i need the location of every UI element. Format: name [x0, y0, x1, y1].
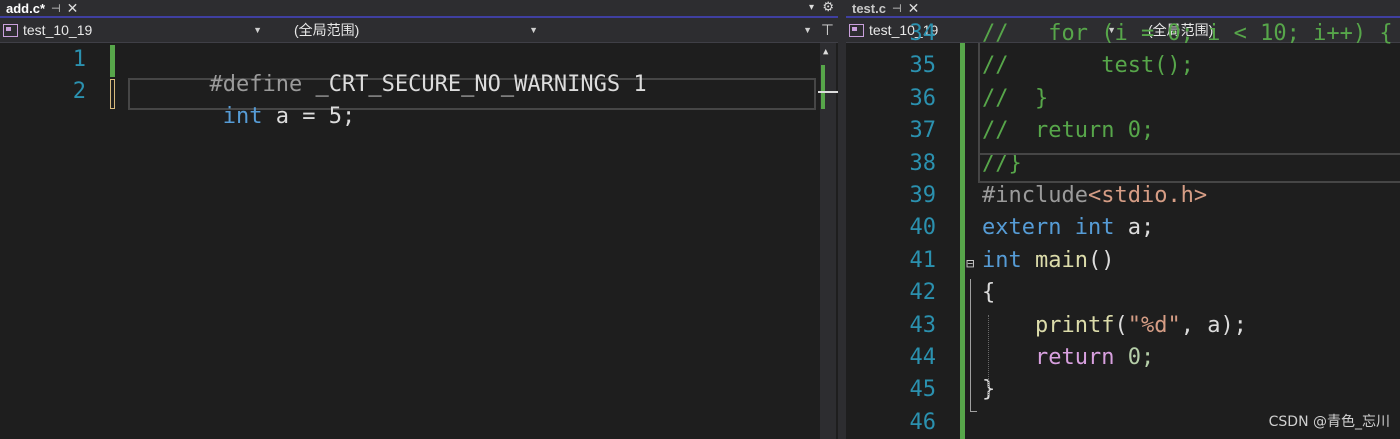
tab-title: test.c	[852, 0, 886, 16]
member-dropdown[interactable]: ▼	[552, 20, 818, 40]
scope-bracket	[970, 279, 977, 412]
code-token: return	[1034, 345, 1115, 370]
code-token: // for (i = 0; i < 10; i++) {	[982, 21, 1393, 46]
scope-label: (全局范围)	[294, 22, 360, 38]
tab-add-c[interactable]: add.c* ⊣ ✕	[0, 0, 84, 16]
code-token: printf	[1034, 312, 1115, 338]
line-number: 44	[909, 345, 937, 370]
gear-icon[interactable]: ⚙	[822, 0, 834, 15]
project-icon	[3, 23, 18, 37]
code-line-35: // test();	[982, 53, 1194, 78]
code-line-42: {	[982, 280, 995, 305]
comment-block-outline	[978, 43, 980, 183]
current-line-highlight	[978, 153, 1400, 183]
change-indicator-saved	[960, 43, 965, 439]
left-editor-pane: add.c* ⊣ ✕ ▾ ⚙ test_10_19 ▼ (全局范围) ▼ ▼ ⊤…	[0, 0, 838, 439]
code-token: int	[982, 247, 1035, 273]
line-number: 42	[909, 280, 937, 306]
line-number: 43	[909, 312, 937, 338]
code-token: ()	[1087, 247, 1115, 273]
code-token: "%d"	[1127, 312, 1181, 338]
code-token: a = 5;	[262, 104, 356, 129]
code-token: (	[1114, 312, 1128, 338]
vertical-scrollbar[interactable]: ▲	[818, 43, 838, 439]
code-token: // }	[982, 85, 1049, 111]
line-number: 41	[909, 247, 937, 273]
line-number: 37	[909, 118, 937, 144]
tab-test-c[interactable]: test.c ⊣ ✕	[846, 0, 925, 16]
project-dropdown[interactable]: test_10_19 ▼	[0, 20, 268, 40]
left-navigation-bar: test_10_19 ▼ (全局范围) ▼ ▼ ⊤	[0, 18, 838, 43]
code-line-34: // for (i = 0; i < 10; i++) {	[982, 21, 1393, 46]
code-token: , a);	[1180, 312, 1247, 338]
code-line-40: extern int a;	[982, 215, 1154, 240]
code-token: 0;	[1114, 345, 1155, 370]
pane-splitter[interactable]	[838, 0, 846, 439]
code-token: int	[1074, 215, 1115, 241]
line-number: 40	[909, 215, 937, 241]
collapse-icon[interactable]: ⊟	[966, 256, 974, 272]
keyword-token: int	[209, 104, 263, 129]
caret-marker	[818, 91, 838, 93]
left-tab-strip: add.c* ⊣ ✕ ▾ ⚙	[0, 0, 838, 18]
project-name: test_10_19	[23, 22, 93, 38]
scroll-marker	[821, 65, 825, 109]
line-number: 38	[909, 150, 937, 176]
right-code-editor[interactable]: 34 // for (i = 0; i < 10; i++) { 35 // test…	[846, 21, 1400, 439]
split-icon[interactable]: ⊤	[821, 21, 834, 39]
code-token: <stdio.h>	[1087, 183, 1208, 208]
close-icon[interactable]: ✕	[67, 0, 79, 17]
code-token: main	[1034, 247, 1088, 273]
pin-icon[interactable]: ⊣	[892, 2, 902, 15]
code-line-43: printf("%d", a);	[982, 313, 1247, 338]
close-icon[interactable]: ✕	[908, 0, 920, 17]
pin-icon[interactable]: ⊣	[51, 2, 61, 15]
line-number: 45	[909, 377, 937, 403]
line-number: 46	[909, 409, 937, 435]
code-line-36: // }	[982, 86, 1048, 111]
line-number: 35	[909, 53, 937, 79]
code-line-37: // return 0;	[982, 118, 1154, 143]
indent-guide	[988, 315, 989, 395]
tab-dropdown-icon[interactable]: ▾	[809, 2, 814, 13]
right-editor-pane: test.c ⊣ ✕ test_10_19 ▼ (全局范围) 34// for …	[846, 0, 1400, 439]
scroll-up-icon[interactable]: ▲	[823, 47, 828, 57]
code-line-44: return 0;	[982, 345, 1154, 370]
project-icon	[849, 23, 864, 37]
code-token: // return 0;	[982, 118, 1155, 144]
line-number: 36	[909, 85, 937, 111]
code-token: {	[982, 280, 996, 306]
scope-dropdown[interactable]: (全局范围) ▼	[276, 20, 544, 40]
code-line-41: int main()	[982, 248, 1114, 273]
chevron-down-icon: ▼	[803, 25, 812, 35]
right-tab-strip: test.c ⊣ ✕	[846, 0, 1400, 18]
line-number: 34	[909, 21, 937, 46]
macro-token: _CRT_SECURE_NO_WARNINGS 1	[315, 72, 647, 97]
chevron-down-icon: ▼	[529, 25, 538, 35]
line-number: 2	[72, 79, 86, 104]
line-number: 39	[909, 183, 937, 208]
change-indicator-unsaved	[110, 79, 115, 109]
code-token: a;	[1114, 215, 1155, 241]
change-indicator-saved	[110, 45, 115, 77]
left-code-editor[interactable]: 1 2 #define _CRT_SECURE_NO_WARNINGS 1 in…	[0, 43, 838, 439]
watermark: CSDN @青色_忘川	[1268, 414, 1390, 430]
code-token: extern	[982, 215, 1075, 241]
line-number: 1	[72, 47, 86, 72]
chevron-down-icon: ▼	[253, 25, 262, 35]
code-token: #include	[982, 183, 1088, 208]
code-line-2: int a = 5;	[130, 79, 355, 154]
code-token: // test();	[982, 53, 1194, 79]
tab-title: add.c*	[6, 0, 46, 16]
code-line-39: #include<stdio.h>	[982, 183, 1207, 208]
